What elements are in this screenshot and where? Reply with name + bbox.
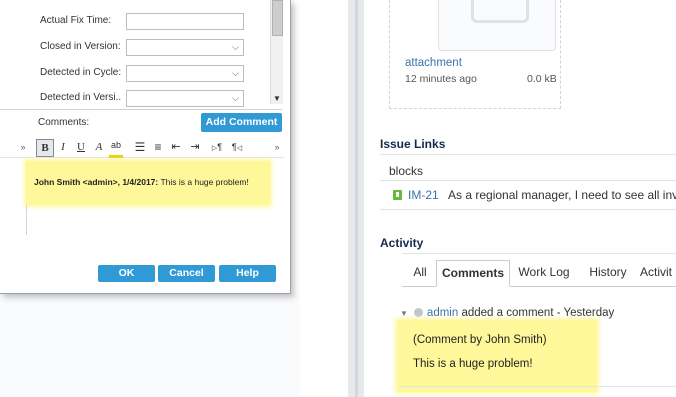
issue-link-key[interactable]: IM-21 bbox=[408, 188, 439, 202]
ok-button[interactable]: OK bbox=[98, 265, 155, 282]
closed-in-version-select[interactable]: ⌵ bbox=[126, 39, 244, 56]
attachment-name-link[interactable]: attachment bbox=[405, 57, 462, 69]
rtl-direction-button[interactable]: ¶◁ bbox=[230, 139, 244, 155]
chevron-down-icon[interactable]: ⌵ bbox=[228, 91, 243, 106]
story-icon bbox=[393, 190, 402, 200]
detected-in-version-select[interactable]: ⌵ bbox=[126, 90, 244, 107]
comment-author: John Smith <admin>, 1/4/2017: bbox=[34, 177, 159, 187]
comment-editor-toolbar: » B I U A ab ☰ ≡ ⇤ ⇥ ▷¶ ¶◁ » bbox=[0, 137, 284, 158]
defect-details-dialog: Actual Fix Time: Closed in Version: ⌵ De… bbox=[0, 0, 291, 294]
outdent-icon[interactable]: ⇤ bbox=[169, 139, 183, 155]
comment-editor-text: John Smith <admin>, 1/4/2017: This is a … bbox=[34, 177, 249, 187]
fields-scrollbar[interactable]: ▼ bbox=[270, 0, 283, 104]
actual-fix-time-input[interactable] bbox=[126, 13, 244, 30]
font-color-button[interactable]: A bbox=[92, 139, 106, 155]
issue-links-title: Issue Links bbox=[380, 137, 446, 151]
tab-work-log[interactable]: Work Log bbox=[513, 260, 575, 285]
ltr-pilcrow: ¶ bbox=[217, 142, 223, 152]
section-divider bbox=[380, 154, 676, 155]
comment-text: This is a huge problem! bbox=[158, 177, 249, 187]
tab-all[interactable]: All bbox=[410, 260, 430, 285]
field-actual-fix-time: Actual Fix Time: bbox=[0, 13, 268, 30]
chevron-down-icon[interactable]: ⌵ bbox=[228, 66, 243, 81]
chevron-down-icon[interactable]: ⌵ bbox=[228, 40, 243, 55]
field-detected-in-version: Detected in Versi.. ⌵ bbox=[0, 90, 268, 107]
field-label: Detected in Versi.. bbox=[40, 92, 122, 103]
field-closed-in-version: Closed in Version: ⌵ bbox=[0, 39, 268, 56]
activity-tabs: All Comments Work Log History Activit bbox=[402, 260, 676, 287]
activity-title: Activity bbox=[380, 236, 424, 250]
scrollbar-thumb[interactable] bbox=[272, 0, 283, 36]
attachment-size: 0.0 kB bbox=[527, 73, 557, 85]
field-label: Actual Fix Time: bbox=[40, 15, 112, 26]
field-label: Detected in Cycle: bbox=[40, 67, 122, 78]
tab-history[interactable]: History bbox=[580, 260, 636, 285]
section-divider bbox=[402, 253, 676, 254]
ltr-direction-button[interactable]: ▷¶ bbox=[210, 139, 224, 155]
italic-button[interactable]: I bbox=[56, 139, 70, 155]
cancel-button[interactable]: Cancel bbox=[158, 265, 215, 282]
detected-in-cycle-select[interactable]: ⌵ bbox=[126, 65, 244, 82]
issue-link-row[interactable]: IM-21 As a regional manager, I need to s… bbox=[380, 180, 676, 210]
underline-button[interactable]: U bbox=[74, 139, 88, 155]
bullet-list-icon[interactable]: ☰ bbox=[133, 139, 147, 155]
comment-body: (Comment by John Smith) This is a huge p… bbox=[397, 320, 597, 392]
tab-activity[interactable]: Activit bbox=[640, 260, 676, 285]
field-label: Closed in Version: bbox=[40, 41, 121, 52]
comment-action: added a comment - Yesterday bbox=[461, 307, 615, 319]
attachments-dropzone[interactable] bbox=[389, 0, 561, 109]
avatar bbox=[413, 308, 423, 317]
editor-border bbox=[26, 205, 27, 235]
scroll-down-arrow-icon[interactable]: ▼ bbox=[271, 92, 283, 104]
highlight-button[interactable]: ab bbox=[109, 139, 123, 158]
numbered-list-icon[interactable]: ≡ bbox=[151, 139, 165, 155]
tab-comments[interactable]: Comments bbox=[436, 260, 510, 287]
comment-user-link[interactable]: admin bbox=[427, 307, 458, 319]
link-relation: blocks bbox=[389, 164, 424, 178]
comment-editor[interactable]: John Smith <admin>, 1/4/2017: This is a … bbox=[26, 161, 270, 205]
file-placeholder-icon bbox=[471, 0, 529, 23]
pane-divider-line bbox=[355, 0, 358, 397]
toolbar-overflow-right-icon[interactable]: » bbox=[270, 139, 284, 155]
toolbar-overflow-icon[interactable]: » bbox=[16, 139, 30, 155]
bold-button[interactable]: B bbox=[36, 139, 54, 157]
help-button[interactable]: Help bbox=[219, 265, 276, 282]
attachment-thumbnail[interactable] bbox=[438, 0, 556, 51]
background-panel bbox=[0, 293, 300, 397]
collapse-caret-icon[interactable]: ▼ bbox=[400, 309, 408, 318]
comment-divider bbox=[400, 386, 676, 387]
pane-divider[interactable] bbox=[348, 0, 364, 397]
add-comment-button[interactable]: Add Comment bbox=[201, 113, 282, 132]
comment-line-2: This is a huge problem! bbox=[413, 358, 533, 370]
indent-icon[interactable]: ⇥ bbox=[188, 139, 202, 155]
comment-header: ▼ admin added a comment - Yesterday bbox=[400, 307, 614, 319]
comments-label: Comments: bbox=[38, 117, 90, 128]
attachment-time: 12 minutes ago bbox=[405, 73, 477, 85]
comment-line-1: (Comment by John Smith) bbox=[413, 334, 547, 346]
issue-link-summary: As a regional manager, I need to see all… bbox=[448, 188, 676, 202]
field-detected-in-cycle: Detected in Cycle: ⌵ bbox=[0, 65, 268, 82]
issue-view: attachment 12 minutes ago 0.0 kB Issue L… bbox=[364, 0, 676, 397]
